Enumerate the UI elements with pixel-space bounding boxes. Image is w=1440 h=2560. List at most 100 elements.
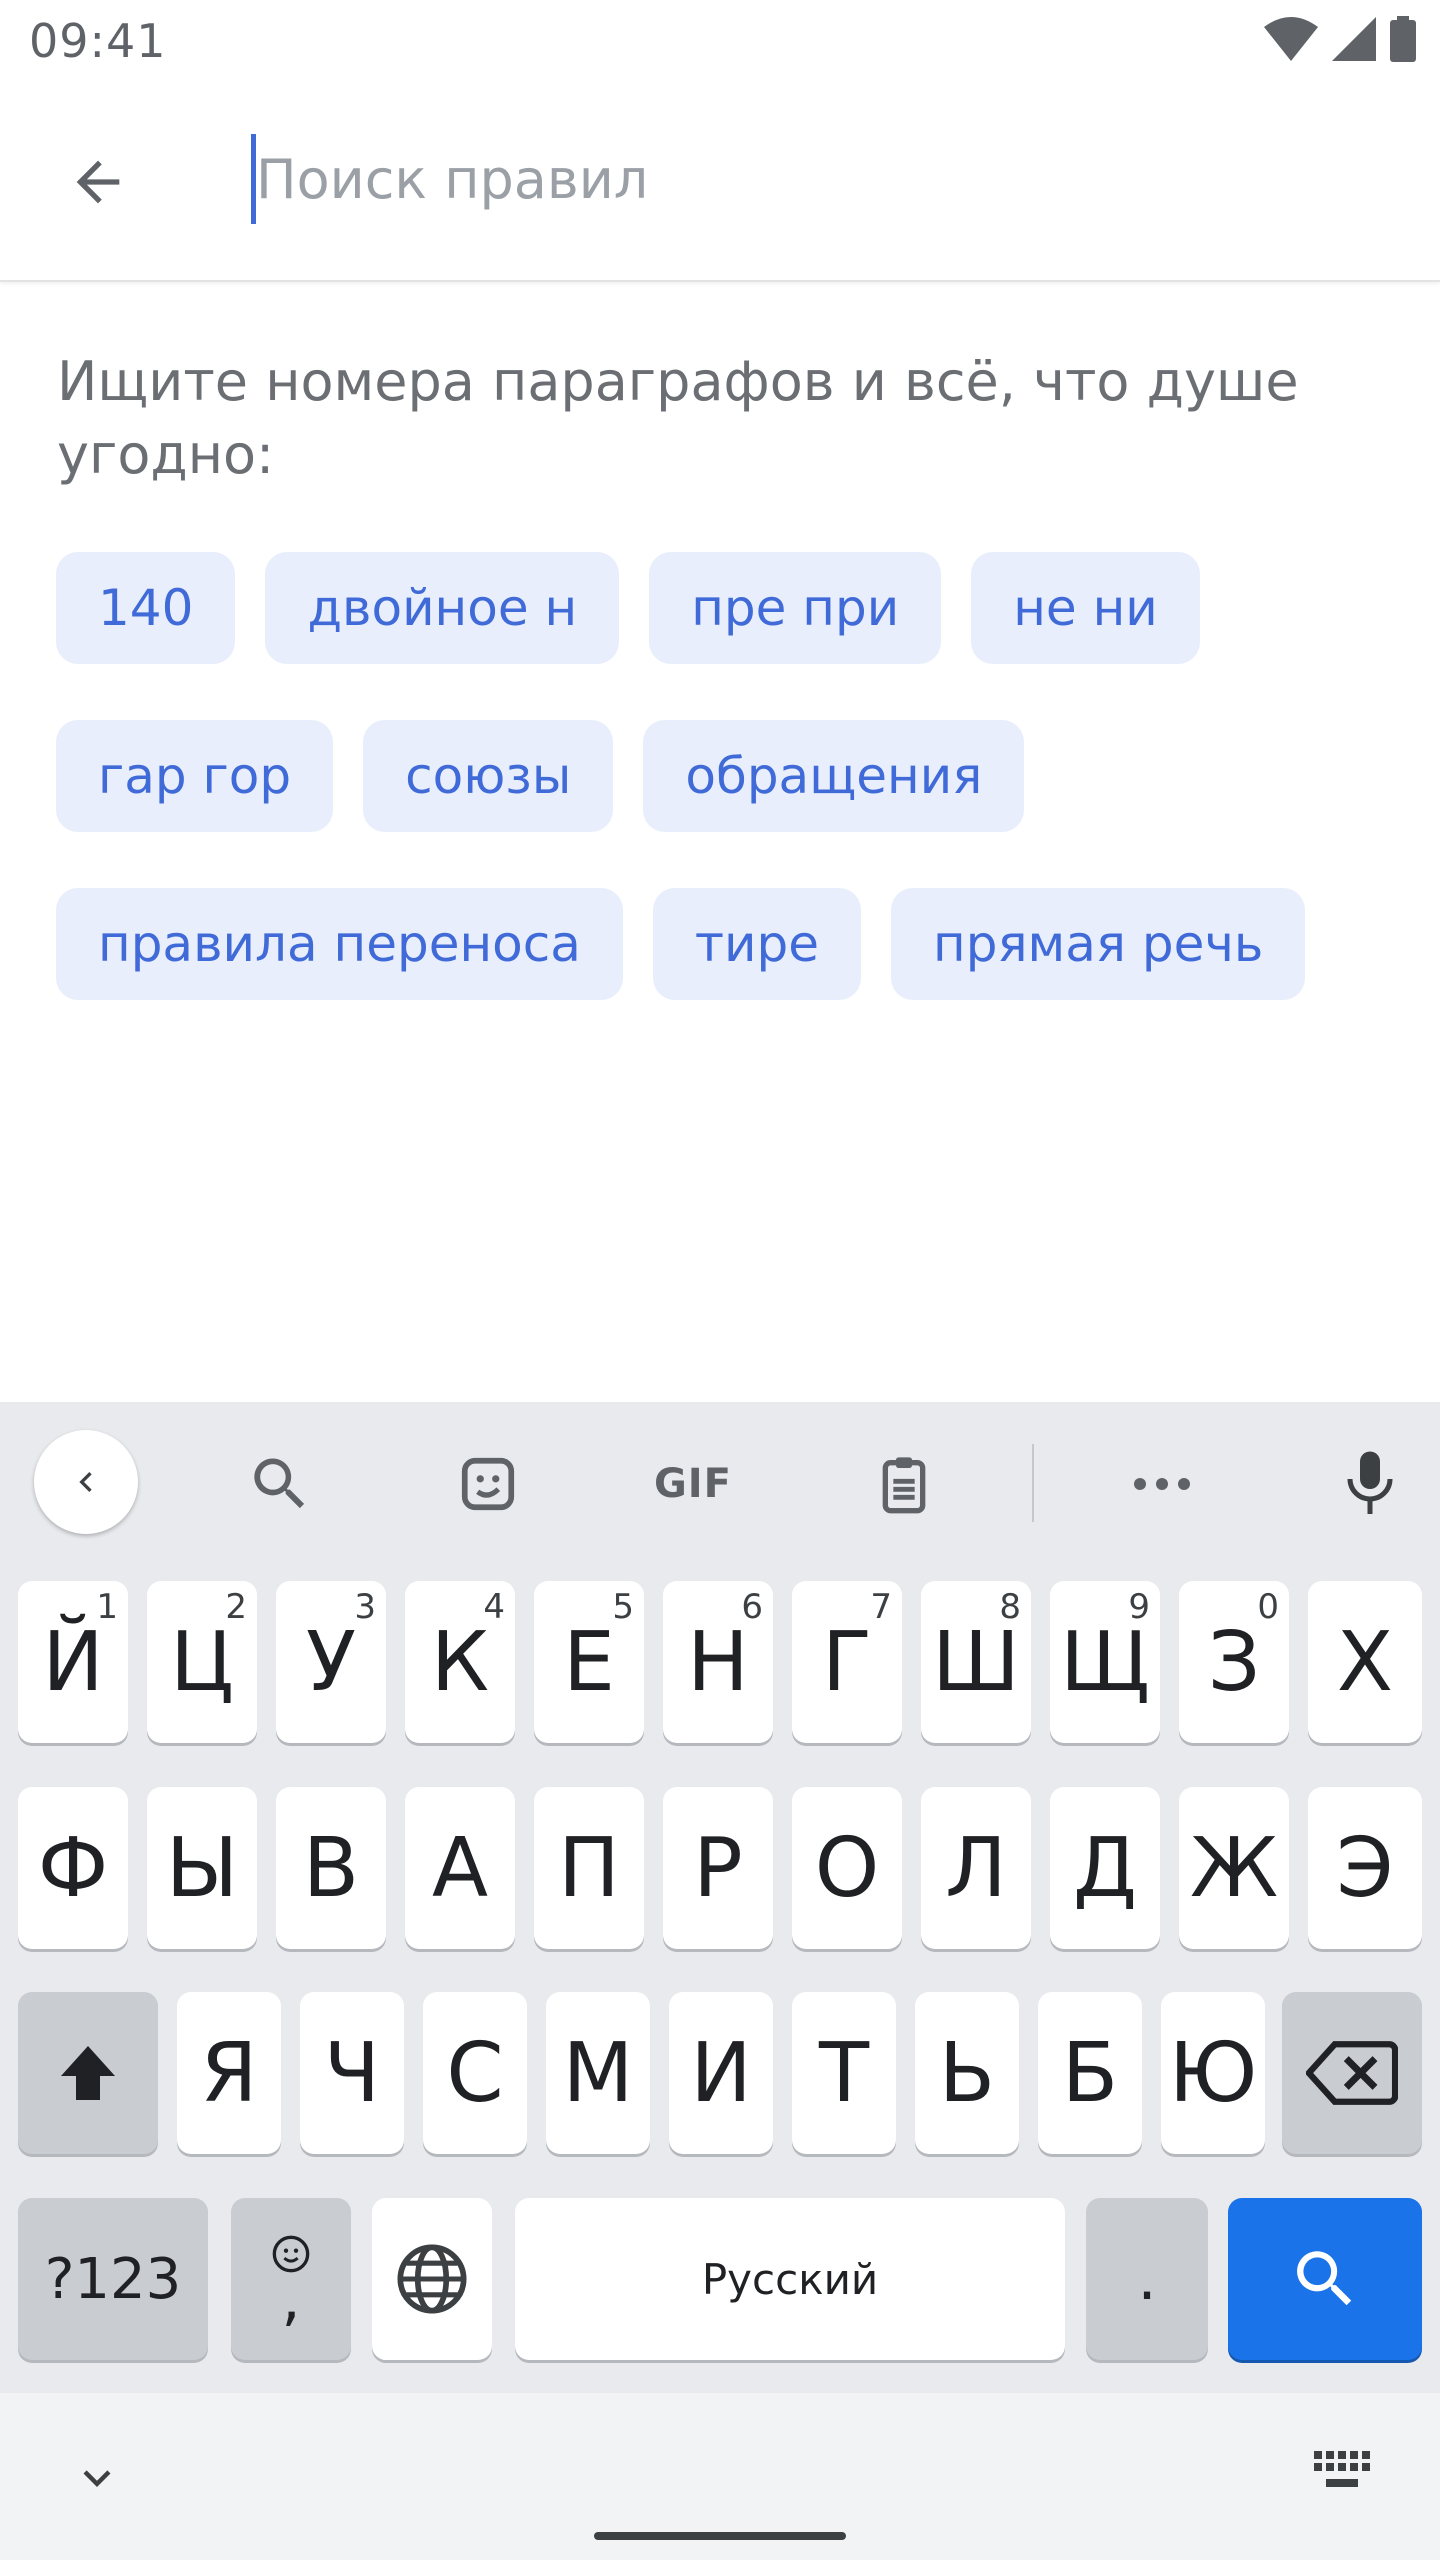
globe-icon xyxy=(397,2244,467,2314)
key[interactable]: Ж xyxy=(1179,1787,1289,1949)
keyboard-search-button[interactable] xyxy=(240,1444,320,1524)
key[interactable]: Я xyxy=(177,1992,281,2154)
sticker-icon xyxy=(461,1457,515,1511)
key-hint: 6 xyxy=(741,1587,763,1627)
key[interactable]: Ы xyxy=(147,1787,257,1949)
comma-label: , xyxy=(281,2264,301,2334)
chip-row: правила переноса тире прямая речь xyxy=(56,888,1396,1000)
key[interactable]: Й1 xyxy=(18,1581,128,1743)
key[interactable]: П xyxy=(534,1787,644,1949)
symbols-key[interactable]: ?123 xyxy=(18,2198,208,2360)
key-hint: 4 xyxy=(483,1587,505,1627)
suggestion-chip[interactable]: пре при xyxy=(649,552,942,664)
key[interactable]: Д xyxy=(1050,1787,1160,1949)
key[interactable]: Щ9 xyxy=(1050,1581,1160,1743)
emoji-comma-key[interactable]: , xyxy=(231,2198,351,2360)
language-key[interactable] xyxy=(372,2198,492,2360)
key-hint: 2 xyxy=(225,1587,247,1627)
space-label: Русский xyxy=(701,2254,879,2304)
key[interactable]: О xyxy=(792,1787,902,1949)
keyboard-switcher-button[interactable] xyxy=(1314,2451,1370,2499)
space-key[interactable]: Русский xyxy=(515,2198,1065,2360)
key[interactable]: Л xyxy=(921,1787,1031,1949)
on-screen-keyboard: GIF Й1 Ц2 У3 К4 Е5 Н6 Г7 Ш8 Щ9 З0 Х Ф Ы … xyxy=(0,1402,1440,2560)
gif-button[interactable]: GIF xyxy=(648,1444,738,1524)
more-horiz-icon xyxy=(1134,1478,1190,1490)
suggestion-chip[interactable]: 140 xyxy=(56,552,236,664)
period-key[interactable]: . xyxy=(1086,2198,1208,2360)
suggestion-chip[interactable]: правила переноса xyxy=(56,888,623,1000)
key[interactable]: Т xyxy=(792,1992,896,2154)
suggestion-chip[interactable]: обращения xyxy=(643,720,1025,832)
suggestion-chip[interactable]: гар гор xyxy=(56,720,334,832)
battery-icon xyxy=(1390,16,1416,62)
key[interactable]: Б xyxy=(1038,1992,1142,2154)
key[interactable]: А xyxy=(405,1787,515,1949)
key-label: Й xyxy=(42,1614,104,1710)
hide-keyboard-button[interactable] xyxy=(70,2451,124,2509)
key[interactable]: И xyxy=(669,1992,773,2154)
key[interactable]: Г7 xyxy=(792,1581,902,1743)
key-label: Ц xyxy=(170,1614,234,1710)
key-label: К xyxy=(430,1614,490,1710)
key-label: З xyxy=(1207,1614,1261,1710)
key-hint: 8 xyxy=(999,1587,1021,1627)
key-label: Г xyxy=(821,1614,872,1710)
backspace-icon xyxy=(1306,2041,1398,2105)
period-label: . xyxy=(1137,2244,1157,2314)
chip-row: гар гор союзы обращения xyxy=(56,720,1396,832)
key[interactable]: Ь xyxy=(915,1992,1019,2154)
status-icons xyxy=(1264,16,1416,62)
key[interactable]: У3 xyxy=(276,1581,386,1743)
rules-search-input[interactable] xyxy=(250,124,1356,234)
shift-key[interactable] xyxy=(18,1992,158,2154)
search-icon xyxy=(254,1458,305,1509)
key[interactable]: Ю xyxy=(1161,1992,1265,2154)
key-label: Щ xyxy=(1060,1614,1150,1710)
key[interactable]: В xyxy=(276,1787,386,1949)
clipboard-button[interactable] xyxy=(864,1444,944,1524)
key-label: Х xyxy=(1336,1614,1394,1710)
toolbar-collapse-button[interactable] xyxy=(34,1430,138,1534)
key[interactable]: Ф xyxy=(18,1787,128,1949)
key[interactable]: Р xyxy=(663,1787,773,1949)
key[interactable]: Ч xyxy=(300,1992,404,2154)
suggestion-chips: 140 двойное н пре при не ни гар гор союз… xyxy=(56,552,1396,1056)
status-time: 09:41 xyxy=(29,14,167,68)
toolbar-divider xyxy=(1032,1444,1034,1522)
key[interactable]: Х xyxy=(1308,1581,1422,1743)
suggestion-chip[interactable]: не ни xyxy=(971,552,1200,664)
key[interactable]: Н6 xyxy=(663,1581,773,1743)
backspace-key[interactable] xyxy=(1282,1992,1422,2154)
suggestion-chip[interactable]: двойное н xyxy=(265,552,620,664)
key[interactable]: М xyxy=(546,1992,650,2154)
voice-input-button[interactable] xyxy=(1330,1444,1410,1524)
search-app-bar xyxy=(0,84,1440,282)
key-hint: 1 xyxy=(96,1587,118,1627)
key[interactable]: Ш8 xyxy=(921,1581,1031,1743)
key[interactable]: С xyxy=(423,1992,527,2154)
chevron-down-icon xyxy=(83,2470,111,2487)
symbols-label: ?123 xyxy=(44,2246,182,2312)
keyboard-icon xyxy=(1314,2451,1370,2487)
suggestion-chip[interactable]: прямая речь xyxy=(891,888,1306,1000)
key[interactable]: К4 xyxy=(405,1581,515,1743)
key[interactable]: Э xyxy=(1308,1787,1422,1949)
back-button[interactable] xyxy=(50,134,146,230)
keyboard-toolbar: GIF xyxy=(0,1402,1440,1560)
suggestion-chip[interactable]: тире xyxy=(652,888,862,1000)
key-label: Н xyxy=(687,1614,749,1710)
suggestion-chip[interactable]: союзы xyxy=(363,720,614,832)
key[interactable]: З0 xyxy=(1179,1581,1289,1743)
search-icon xyxy=(1297,2251,1352,2306)
key-label: Ш xyxy=(932,1614,1020,1710)
key-hint: 3 xyxy=(354,1587,376,1627)
more-options-button[interactable] xyxy=(1122,1444,1202,1524)
sticker-button[interactable] xyxy=(448,1444,528,1524)
key-hint: 0 xyxy=(1257,1587,1279,1627)
key[interactable]: Ц2 xyxy=(147,1581,257,1743)
key[interactable]: Е5 xyxy=(534,1581,644,1743)
home-gesture-pill[interactable] xyxy=(594,2532,846,2540)
search-action-key[interactable] xyxy=(1228,2198,1422,2360)
search-hint-text: Ищите номера параграфов и всё, что душе … xyxy=(57,350,1299,486)
